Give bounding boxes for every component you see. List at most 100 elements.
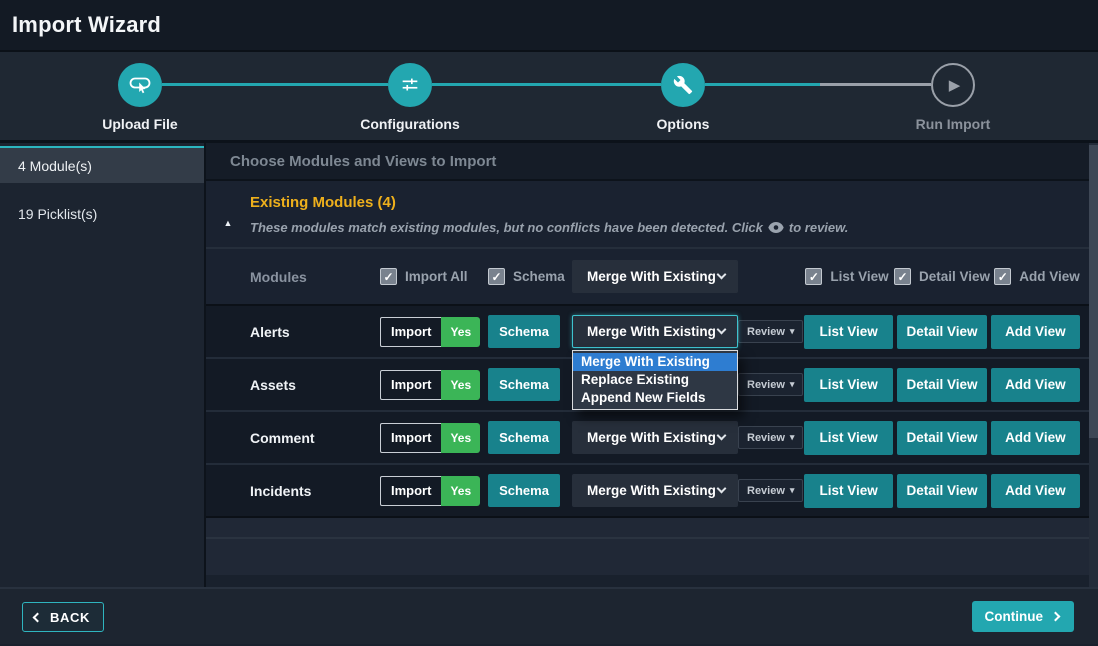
- schema-button[interactable]: Schema: [488, 368, 560, 401]
- dropdown-option-replace[interactable]: Replace Existing: [573, 371, 737, 389]
- table-header-row: Modules ✓ Import All ✓ Schema Merge With: [206, 247, 1089, 304]
- caret-down-icon: ▾: [790, 485, 795, 496]
- main-panel-header: Choose Modules and Views to Import: [206, 143, 1089, 181]
- import-toggle-value[interactable]: Yes: [441, 476, 480, 506]
- import-all-label: Import All: [405, 269, 468, 284]
- step-circle[interactable]: [388, 63, 432, 107]
- schema-label: Schema: [513, 269, 565, 284]
- step-upload-file[interactable]: Upload File: [65, 52, 215, 132]
- schema-button[interactable]: Schema: [488, 421, 560, 454]
- list-view-checkbox-group[interactable]: ✓ List View: [804, 268, 890, 285]
- schema-checkbox-group[interactable]: ✓ Schema: [488, 268, 565, 285]
- merge-strategy-select-all[interactable]: Merge With Existing: [572, 260, 738, 293]
- list-view-button[interactable]: List View: [804, 368, 893, 402]
- module-name: Alerts: [206, 324, 380, 340]
- scrollbar-thumb[interactable]: [1089, 145, 1098, 438]
- sidebar: 4 Module(s) 19 Picklist(s): [0, 143, 206, 587]
- import-all-checkbox[interactable]: ✓: [380, 268, 397, 285]
- main-panel-title: Choose Modules and Views to Import: [230, 153, 496, 170]
- dropdown-option-merge[interactable]: Merge With Existing: [573, 353, 737, 371]
- list-view-label: List View: [830, 269, 888, 284]
- import-toggle-label[interactable]: Import: [380, 476, 441, 506]
- chevron-down-icon: [717, 270, 727, 280]
- import-toggle[interactable]: Import Yes: [380, 370, 480, 400]
- step-options[interactable]: Options: [608, 52, 758, 132]
- schema-button[interactable]: Schema: [488, 474, 560, 507]
- back-button[interactable]: BACK: [22, 602, 104, 632]
- table-row-alerts: Alerts Import Yes Schema Merge With Exis…: [206, 304, 1089, 357]
- import-toggle[interactable]: Import Yes: [380, 317, 480, 347]
- import-toggle-value[interactable]: Yes: [441, 317, 480, 347]
- add-view-button[interactable]: Add View: [991, 474, 1080, 508]
- chevron-right-icon: [1051, 612, 1061, 622]
- sidebar-item-modules[interactable]: 4 Module(s): [0, 146, 204, 183]
- list-view-checkbox[interactable]: ✓: [805, 268, 822, 285]
- page-title: Import Wizard: [12, 12, 161, 38]
- list-view-button[interactable]: List View: [804, 315, 893, 349]
- merge-strategy-select[interactable]: Merge With Existing: [572, 421, 738, 454]
- import-toggle-value[interactable]: Yes: [441, 370, 480, 400]
- detail-view-checkbox[interactable]: ✓: [894, 268, 911, 285]
- existing-modules-section: ▲ Existing Modules (4) These modules mat…: [206, 181, 1089, 247]
- empty-table-row: [206, 537, 1089, 575]
- detail-view-checkbox-group[interactable]: ✓ Detail View: [894, 268, 990, 285]
- detail-view-button[interactable]: Detail View: [897, 368, 986, 402]
- import-toggle-value[interactable]: Yes: [441, 423, 480, 453]
- sidebar-item-label: 19 Picklist(s): [18, 206, 97, 222]
- caret-down-icon: ▾: [790, 379, 795, 390]
- add-view-checkbox[interactable]: ✓: [994, 268, 1011, 285]
- add-view-button[interactable]: Add View: [991, 421, 1080, 455]
- section-subtitle: These modules match existing modules, bu…: [250, 220, 848, 235]
- import-toggle[interactable]: Import Yes: [380, 476, 480, 506]
- step-label: Run Import: [878, 116, 1028, 132]
- import-toggle-label[interactable]: Import: [380, 370, 441, 400]
- chevron-left-icon: [33, 612, 43, 622]
- import-toggle[interactable]: Import Yes: [380, 423, 480, 453]
- add-view-button[interactable]: Add View: [991, 315, 1080, 349]
- step-label: Configurations: [335, 116, 485, 132]
- step-circle[interactable]: [118, 63, 162, 107]
- add-view-button[interactable]: Add View: [991, 368, 1080, 402]
- main-panel: Choose Modules and Views to Import ▲ Exi…: [206, 143, 1098, 587]
- detail-view-button[interactable]: Detail View: [897, 421, 986, 455]
- modules-column-label: Modules: [206, 269, 380, 285]
- module-name: Assets: [206, 377, 380, 393]
- schema-checkbox[interactable]: ✓: [488, 268, 505, 285]
- scrollbar[interactable]: [1089, 143, 1098, 587]
- review-button[interactable]: Review ▾: [738, 320, 803, 343]
- continue-button[interactable]: Continue: [972, 601, 1075, 632]
- merge-strategy-select[interactable]: Merge With Existing: [572, 315, 738, 348]
- merge-strategy-select[interactable]: Merge With Existing: [572, 474, 738, 507]
- detail-view-button[interactable]: Detail View: [897, 474, 986, 508]
- import-toggle-label[interactable]: Import: [380, 317, 441, 347]
- empty-table-row: [206, 516, 1089, 537]
- eye-icon: [768, 222, 784, 233]
- play-icon: ▶: [949, 76, 961, 94]
- import-all-checkbox-group[interactable]: ✓ Import All: [380, 268, 468, 285]
- table-row-incidents: Incidents Import Yes Schema Merge With E…: [206, 463, 1089, 516]
- wizard-stepper: Upload File Configurations Options: [0, 52, 1098, 143]
- dropdown-option-append[interactable]: Append New Fields: [573, 389, 737, 407]
- step-circle: ▶: [931, 63, 975, 107]
- list-view-button[interactable]: List View: [804, 421, 893, 455]
- window-titlebar: Import Wizard: [0, 0, 1098, 52]
- section-title: Existing Modules (4): [250, 194, 848, 211]
- step-circle[interactable]: [661, 63, 705, 107]
- schema-button[interactable]: Schema: [488, 315, 560, 348]
- detail-view-button[interactable]: Detail View: [897, 315, 986, 349]
- sidebar-item-picklists[interactable]: 19 Picklist(s): [0, 195, 204, 232]
- step-configurations[interactable]: Configurations: [335, 52, 485, 132]
- review-button[interactable]: Review ▾: [738, 426, 803, 449]
- list-view-button[interactable]: List View: [804, 474, 893, 508]
- add-view-checkbox-group[interactable]: ✓ Add View: [994, 268, 1080, 285]
- module-name: Comment: [206, 430, 380, 446]
- caret-down-icon: ▾: [790, 432, 795, 443]
- import-toggle-label[interactable]: Import: [380, 423, 441, 453]
- footer-bar: BACK Continue: [0, 587, 1098, 644]
- collapse-arrow-icon[interactable]: ▲: [206, 194, 250, 235]
- sliders-icon: [399, 74, 421, 96]
- step-label: Upload File: [65, 116, 215, 132]
- review-button[interactable]: Review ▾: [738, 479, 803, 502]
- review-button[interactable]: Review ▾: [738, 373, 803, 396]
- chevron-down-icon: [717, 484, 727, 494]
